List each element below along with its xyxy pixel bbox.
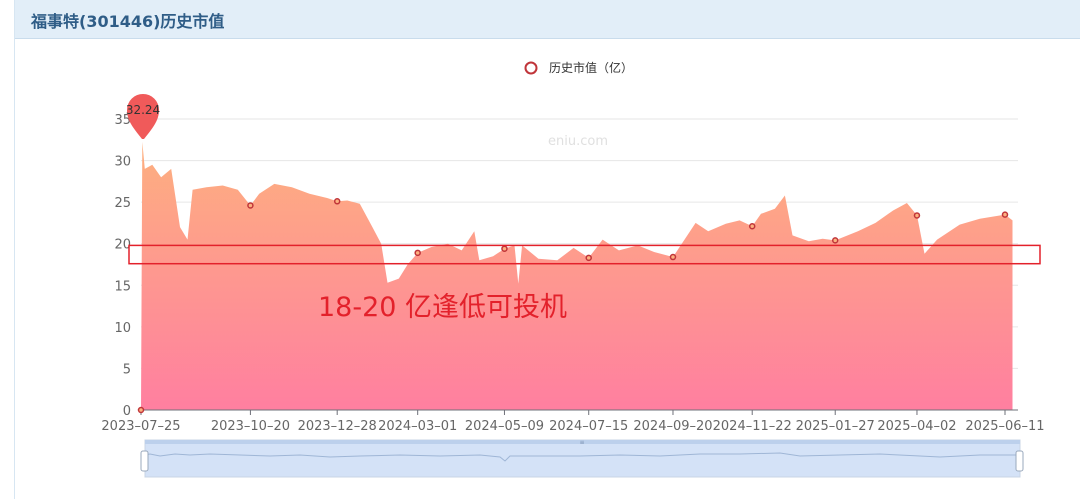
y-tick-label: 15	[114, 279, 131, 294]
legend-marker-icon	[524, 61, 538, 75]
x-tick-label: 2024–09–20	[633, 419, 712, 434]
data-point[interactable]	[669, 253, 677, 261]
market-cap-chart: 历史市值（亿） eniu.com 051015202530352023–07–2…	[101, 60, 1045, 478]
x-tick-label: 2024–03–01	[378, 419, 457, 434]
y-tick-label: 5	[123, 362, 131, 377]
data-point[interactable]	[913, 212, 921, 219]
data-zoom-slider[interactable]: ≡	[140, 439, 1024, 478]
data-point[interactable]	[748, 223, 756, 230]
x-tick-label: 2025–04–02	[877, 419, 956, 434]
x-tick-label: 2025–06–11	[965, 419, 1044, 434]
x-tick-label: 2023–10–20	[211, 419, 290, 434]
legend-label: 历史市值（亿）	[549, 60, 633, 75]
slider-left-handle[interactable]	[140, 450, 149, 472]
x-tick-label: 2024–05–09	[465, 419, 544, 434]
series-area	[141, 141, 1013, 410]
slider-center-grip-icon[interactable]: ≡	[579, 439, 584, 446]
data-point[interactable]	[137, 406, 145, 414]
y-tick-label: 0	[123, 404, 131, 419]
y-tick-label: 10	[114, 321, 131, 336]
data-point[interactable]	[247, 202, 254, 209]
x-tick-label: 2024–11–22	[713, 419, 792, 434]
y-tick-label: 25	[114, 196, 131, 211]
slider-right-handle[interactable]	[1015, 450, 1024, 472]
legend[interactable]: 历史市值（亿）	[524, 60, 634, 75]
watermark: eniu.com	[548, 134, 608, 149]
annotation-text: 18-20 亿逢低可投机	[318, 292, 567, 323]
x-tick-label: 2024–07–15	[549, 419, 628, 434]
x-tick-label: 2023–12–28	[298, 419, 377, 434]
y-tick-label: 30	[114, 155, 131, 170]
data-point[interactable]	[831, 237, 839, 244]
data-point[interactable]	[1001, 211, 1009, 218]
data-point[interactable]	[585, 254, 592, 262]
max-value-label: 32.24	[126, 103, 160, 117]
x-tick-label: 2025–01–27	[796, 419, 875, 434]
data-point[interactable]	[501, 245, 508, 252]
x-tick-label: 2023–07–25	[101, 419, 180, 434]
data-point[interactable]	[414, 249, 421, 257]
data-point[interactable]	[333, 198, 341, 205]
